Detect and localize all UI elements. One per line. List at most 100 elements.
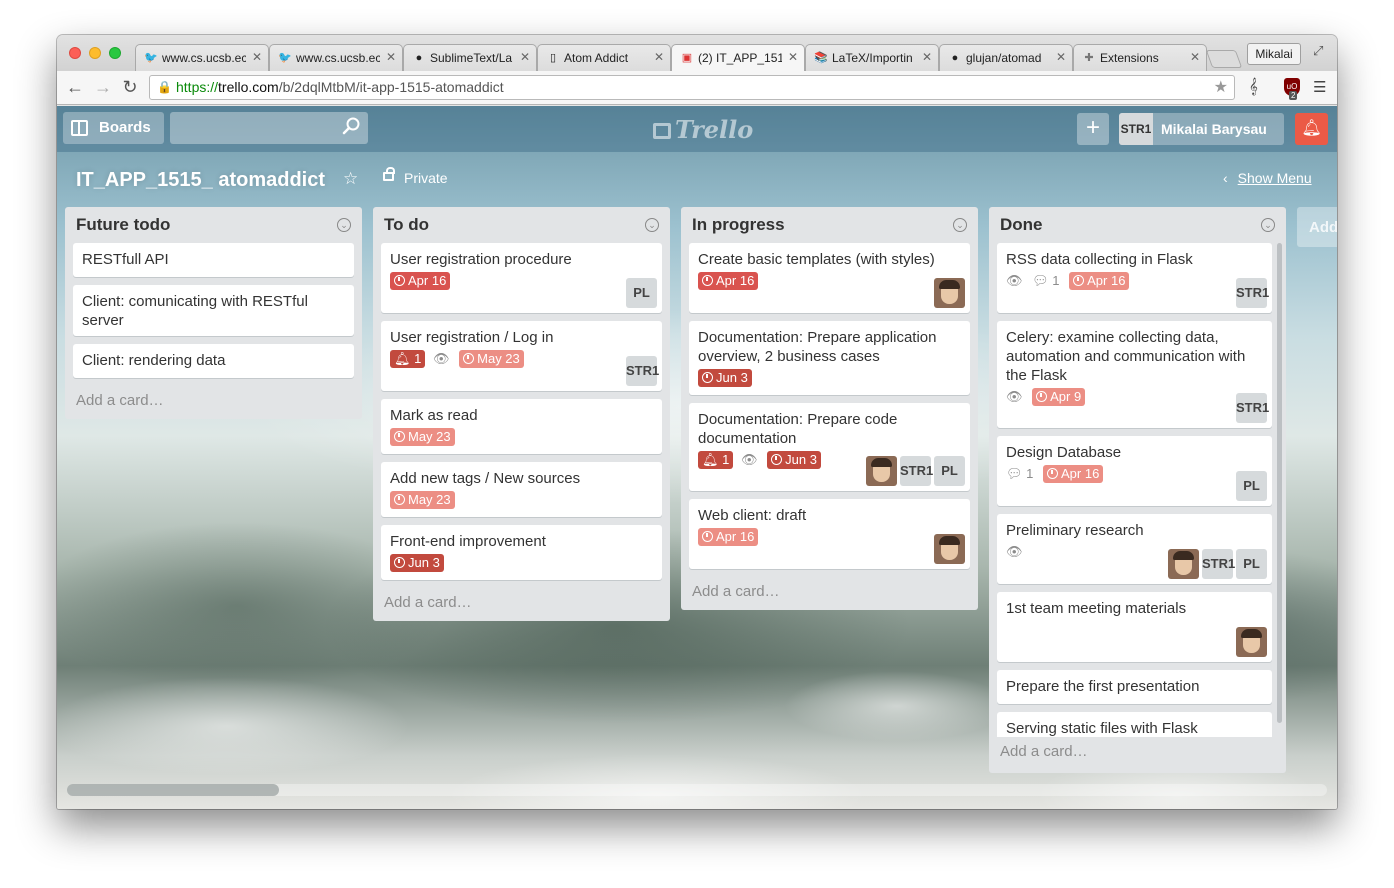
browser-tab[interactable]: 📚 LaTeX/Importin ✕ — [805, 44, 939, 71]
card-title: RESTfull API — [82, 251, 169, 268]
browser-tab[interactable]: 🐦 www.cs.ucsb.ec ✕ — [135, 44, 269, 71]
tab-close-icon[interactable]: ✕ — [922, 50, 932, 64]
member-avatar[interactable]: PL — [1236, 549, 1267, 579]
card[interactable]: Front-end improvement Jun 3 — [381, 525, 662, 580]
card[interactable]: 1st team meeting materials — [997, 592, 1272, 662]
list-menu-chevron-icon[interactable]: ⌄ — [645, 218, 659, 232]
extension-icon[interactable]: 𝄞 — [1249, 78, 1258, 95]
tab-close-icon[interactable]: ✕ — [386, 50, 396, 64]
card[interactable]: Add new tags / New sources May 23 — [381, 462, 662, 517]
member-menu-button[interactable]: STR1 Mikalai Barysau — [1119, 113, 1284, 145]
tab-close-icon[interactable]: ✕ — [520, 50, 530, 64]
browser-toolbar: ← → ↻ 🔒 https://trello.com/b/2dqlMtbM/it… — [57, 71, 1337, 105]
boards-button[interactable]: Boards — [63, 112, 164, 144]
member-avatar[interactable]: STR1 — [1236, 278, 1269, 308]
list-title[interactable]: Done — [1000, 215, 1043, 235]
browser-tab[interactable]: 🐦 www.cs.ucsb.ec ✕ — [269, 44, 403, 71]
address-bar[interactable]: 🔒 https://trello.com/b/2dqlMtbM/it-app-1… — [149, 75, 1235, 100]
card[interactable]: User registration procedure Apr 16 PL — [381, 243, 662, 313]
tab-close-icon[interactable]: ✕ — [654, 50, 664, 64]
card[interactable]: Documentation: Prepare application overv… — [689, 321, 970, 395]
board-visibility[interactable]: Private — [404, 170, 448, 186]
member-avatar[interactable]: PL — [1236, 471, 1267, 501]
browser-tab[interactable]: ✚ Extensions ✕ — [1073, 44, 1207, 71]
close-window-button[interactable] — [69, 47, 81, 59]
page-favicon-icon: ▯ — [549, 52, 557, 64]
fullscreen-icon[interactable]: ⤢ — [1313, 43, 1323, 59]
browser-tab-active[interactable]: ▣ (2) IT_APP_151 ✕ — [671, 44, 805, 71]
tab-close-icon[interactable]: ✕ — [1056, 50, 1066, 64]
member-avatar[interactable]: STR1 — [1202, 549, 1235, 579]
list-menu-chevron-icon[interactable]: ⌄ — [337, 218, 351, 232]
tab-close-icon[interactable]: ✕ — [788, 50, 798, 64]
tab-label: www.cs.ucsb.ec — [162, 51, 246, 65]
bell-icon: 🔔︎ — [394, 351, 411, 366]
browser-tab[interactable]: ▯ Atom Addict ✕ — [537, 44, 671, 71]
member-photo-avatar[interactable] — [866, 456, 897, 486]
member-avatar[interactable]: PL — [626, 278, 657, 308]
search-icon[interactable] — [341, 117, 361, 137]
card[interactable]: Design Database 💬︎ 1 Apr 16 PL — [997, 436, 1272, 506]
add-card-link[interactable]: Add a card… — [989, 737, 1286, 770]
add-card-link[interactable]: Add a card… — [681, 577, 978, 610]
list-title[interactable]: In progress — [692, 215, 785, 235]
card[interactable]: Celery: examine collecting data, automat… — [997, 321, 1272, 428]
card[interactable]: Preliminary research 👁︎ STR1 PL — [997, 514, 1272, 584]
trello-logo-text: Trello — [675, 115, 754, 144]
chrome-menu-icon[interactable]: ☰ — [1313, 78, 1326, 96]
member-photo-avatar[interactable] — [934, 278, 965, 308]
browser-tab[interactable]: ● glujan/atomad ✕ — [939, 44, 1073, 71]
add-button[interactable]: + — [1077, 113, 1109, 145]
watch-eye-icon: 👁︎ — [1006, 273, 1023, 288]
tab-label: Atom Addict — [564, 51, 629, 65]
card-title: Prepare the first presentation — [1006, 678, 1200, 695]
bookmark-star-icon[interactable]: ★ — [1214, 76, 1228, 99]
zoom-window-button[interactable] — [109, 47, 121, 59]
card[interactable]: Create basic templates (with styles) Apr… — [689, 243, 970, 313]
list-menu-chevron-icon[interactable]: ⌄ — [953, 218, 967, 232]
add-list-button[interactable]: Add — [1297, 207, 1337, 247]
search-input[interactable] — [170, 112, 368, 144]
card[interactable]: User registration / Log in 🔔︎ 1 👁︎ May 2… — [381, 321, 662, 391]
list-menu-chevron-icon[interactable]: ⌄ — [1261, 218, 1275, 232]
due-date-badge: Jun 3 — [698, 369, 752, 387]
card-title: Client: rendering data — [82, 352, 226, 369]
member-avatar[interactable]: STR1 — [900, 456, 933, 486]
member-avatar[interactable]: STR1 — [626, 356, 659, 386]
board-title[interactable]: IT_APP_1515_ atomaddict — [76, 169, 325, 192]
notifications-button[interactable]: 🔔︎ — [1295, 113, 1328, 145]
card[interactable]: Client: comunicating with RESTful server — [73, 285, 354, 336]
back-arrow-icon[interactable]: ← — [65, 77, 85, 98]
card[interactable]: Web client: draft Apr 16 — [689, 499, 970, 569]
tab-close-icon[interactable]: ✕ — [252, 50, 262, 64]
minimize-window-button[interactable] — [89, 47, 101, 59]
card[interactable]: Client: rendering data — [73, 344, 354, 378]
star-board-icon[interactable]: ☆ — [343, 169, 358, 189]
list-title[interactable]: Future todo — [76, 215, 170, 235]
browser-tab[interactable]: ● SublimeText/La ✕ — [403, 44, 537, 71]
show-menu-link[interactable]: ‹ Show Menu — [1223, 170, 1312, 186]
scrollbar-thumb[interactable] — [67, 784, 279, 796]
list-scrollbar[interactable] — [1277, 243, 1282, 723]
card[interactable]: RESTfull API — [73, 243, 354, 277]
card[interactable]: Serving static files with Flask — [997, 712, 1272, 737]
tab-close-icon[interactable]: ✕ — [1190, 50, 1200, 64]
card[interactable]: Mark as read May 23 — [381, 399, 662, 454]
card[interactable]: Documentation: Prepare code documentatio… — [689, 403, 970, 491]
list-title[interactable]: To do — [384, 215, 429, 235]
forward-arrow-icon[interactable]: → — [93, 77, 113, 98]
trello-logo[interactable]: Trello — [653, 115, 753, 144]
member-avatar[interactable]: STR1 — [1236, 393, 1269, 423]
add-card-link[interactable]: Add a card… — [373, 588, 670, 621]
member-photo-avatar[interactable] — [1236, 627, 1267, 657]
reload-icon[interactable]: ↻ — [120, 77, 140, 98]
card[interactable]: Prepare the first presentation — [997, 670, 1272, 704]
add-card-link[interactable]: Add a card… — [65, 386, 362, 419]
profile-button[interactable]: Mikalai — [1247, 43, 1301, 65]
card[interactable]: RSS data collecting in Flask 👁︎ 💬︎ 1 Apr… — [997, 243, 1272, 313]
due-date-badge: May 23 — [390, 428, 455, 446]
new-tab-button[interactable] — [1205, 50, 1243, 68]
member-photo-avatar[interactable] — [934, 534, 965, 564]
member-photo-avatar[interactable] — [1168, 549, 1199, 579]
member-avatar[interactable]: PL — [934, 456, 965, 486]
